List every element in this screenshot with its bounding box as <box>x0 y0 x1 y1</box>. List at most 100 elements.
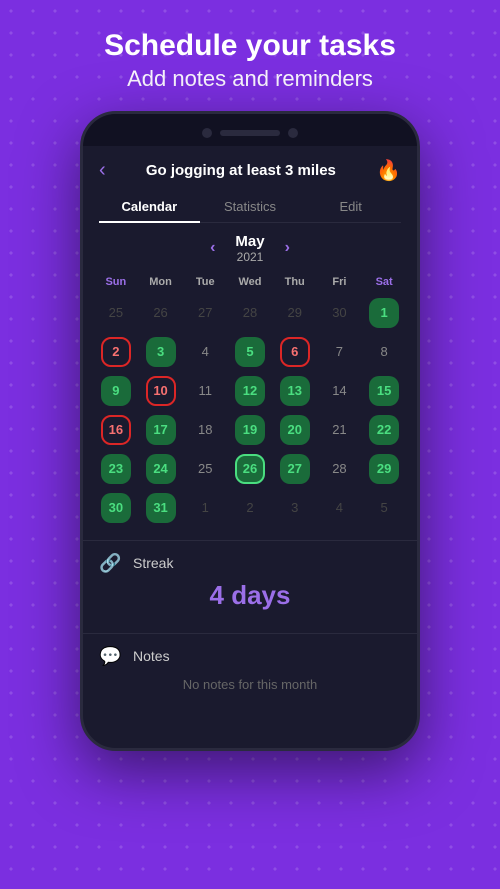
cal-cell: 21 <box>319 412 361 448</box>
camera-dot-2 <box>288 128 298 138</box>
phone-content: ‹ Go jogging at least 3 miles 🔥 Calendar… <box>83 146 417 716</box>
day-number[interactable]: 23 <box>101 454 131 484</box>
cal-cell: 25 <box>184 451 226 487</box>
cal-cell: 13 <box>274 373 316 409</box>
cal-cell: 7 <box>319 334 361 370</box>
hero-section: Schedule your tasks Add notes and remind… <box>0 0 500 111</box>
cal-cell: 2 <box>229 490 271 526</box>
task-title: Go jogging at least 3 miles <box>114 162 368 179</box>
day-number[interactable]: 26 <box>235 454 265 484</box>
day-number[interactable]: 15 <box>369 376 399 406</box>
cal-cell: 9 <box>95 373 137 409</box>
day-number[interactable]: 3 <box>146 337 176 367</box>
day-number: 26 <box>146 298 176 328</box>
tab-calendar[interactable]: Calendar <box>99 191 200 222</box>
day-header-sat: Sat <box>363 272 405 292</box>
cal-cell: 10 <box>140 373 182 409</box>
day-header-mon: Mon <box>140 272 182 292</box>
day-number[interactable]: 30 <box>101 493 131 523</box>
cal-cell: 12 <box>229 373 271 409</box>
cal-cell: 30 <box>95 490 137 526</box>
day-number: 14 <box>324 376 354 406</box>
day-number[interactable]: 22 <box>369 415 399 445</box>
hero-subtitle: Add notes and reminders <box>20 64 480 95</box>
cal-cell: 15 <box>363 373 405 409</box>
cal-cell: 14 <box>319 373 361 409</box>
day-number: 2 <box>235 493 265 523</box>
day-number[interactable]: 31 <box>146 493 176 523</box>
day-number[interactable]: 2 <box>101 337 131 367</box>
day-number[interactable]: 1 <box>369 298 399 328</box>
day-number[interactable]: 27 <box>280 454 310 484</box>
day-number[interactable]: 13 <box>280 376 310 406</box>
day-header-sun: Sun <box>95 272 137 292</box>
notes-section: 💬 Notes No notes for this month <box>83 633 417 716</box>
day-number[interactable]: 12 <box>235 376 265 406</box>
day-number: 30 <box>324 298 354 328</box>
calendar-header: ‹ May 2021 › <box>95 233 405 264</box>
day-number: 18 <box>190 415 220 445</box>
day-number[interactable]: 9 <box>101 376 131 406</box>
cal-cell: 4 <box>319 490 361 526</box>
cal-cell: 8 <box>363 334 405 370</box>
tab-statistics[interactable]: Statistics <box>200 191 301 222</box>
streak-value: 4 days <box>99 574 401 621</box>
day-number[interactable]: 19 <box>235 415 265 445</box>
cal-cell: 16 <box>95 412 137 448</box>
back-button[interactable]: ‹ <box>99 159 106 182</box>
streak-label: Streak <box>133 555 173 571</box>
day-number: 27 <box>190 298 220 328</box>
cal-cell: 20 <box>274 412 316 448</box>
day-number[interactable]: 17 <box>146 415 176 445</box>
prev-month-button[interactable]: ‹ <box>210 239 215 257</box>
calendar-section: ‹ May 2021 › SunMonTueWedThuFriSat252627… <box>83 223 417 536</box>
day-number[interactable]: 5 <box>235 337 265 367</box>
tab-edit[interactable]: Edit <box>300 191 401 222</box>
cal-cell: 26 <box>140 295 182 331</box>
day-number[interactable]: 20 <box>280 415 310 445</box>
notes-row: 💬 Notes <box>99 646 401 667</box>
day-number[interactable]: 10 <box>146 376 176 406</box>
streak-row: 🔗 Streak <box>99 553 401 574</box>
day-number: 4 <box>190 337 220 367</box>
day-number: 28 <box>235 298 265 328</box>
day-number: 21 <box>324 415 354 445</box>
cal-cell: 30 <box>319 295 361 331</box>
tab-bar: Calendar Statistics Edit <box>99 191 401 223</box>
streak-section: 🔗 Streak 4 days <box>83 540 417 629</box>
cal-cell: 18 <box>184 412 226 448</box>
hero-title: Schedule your tasks <box>20 28 480 64</box>
day-number: 25 <box>101 298 131 328</box>
notes-icon: 💬 <box>99 646 123 667</box>
cal-cell: 28 <box>229 295 271 331</box>
cal-cell: 23 <box>95 451 137 487</box>
cal-cell: 24 <box>140 451 182 487</box>
next-month-button[interactable]: › <box>285 239 290 257</box>
cal-cell: 11 <box>184 373 226 409</box>
cal-cell: 26 <box>229 451 271 487</box>
day-number: 5 <box>369 493 399 523</box>
day-number: 3 <box>280 493 310 523</box>
cal-cell: 29 <box>363 451 405 487</box>
cal-cell: 19 <box>229 412 271 448</box>
cal-cell: 5 <box>363 490 405 526</box>
cal-cell: 29 <box>274 295 316 331</box>
phone-notch <box>83 114 417 146</box>
day-header-thu: Thu <box>274 272 316 292</box>
day-number[interactable]: 16 <box>101 415 131 445</box>
phone-mockup: ‹ Go jogging at least 3 miles 🔥 Calendar… <box>80 111 420 751</box>
cal-cell: 2 <box>95 334 137 370</box>
day-number: 7 <box>324 337 354 367</box>
day-number[interactable]: 29 <box>369 454 399 484</box>
day-number: 25 <box>190 454 220 484</box>
app-header: ‹ Go jogging at least 3 miles 🔥 <box>83 146 417 191</box>
cal-cell: 27 <box>184 295 226 331</box>
day-number[interactable]: 6 <box>280 337 310 367</box>
cal-cell: 3 <box>140 334 182 370</box>
day-number[interactable]: 24 <box>146 454 176 484</box>
cal-cell: 6 <box>274 334 316 370</box>
cal-cell: 5 <box>229 334 271 370</box>
day-number: 1 <box>190 493 220 523</box>
cal-cell: 1 <box>184 490 226 526</box>
cal-cell: 17 <box>140 412 182 448</box>
